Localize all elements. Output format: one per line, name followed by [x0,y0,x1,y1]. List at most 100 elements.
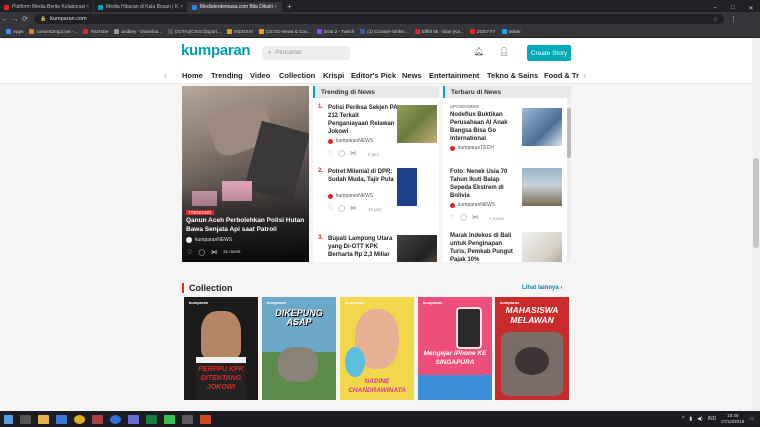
trending-item[interactable]: 3. Bupati Lampung Utara yang Di-OTT KPK … [313,235,439,262]
chevron-left-icon[interactable]: ‹ [164,70,167,80]
notifications-icon[interactable]: ▭ [749,416,754,422]
terbaru-item[interactable]: Marak Indekos di Bali untuk Penginapan T… [443,232,571,262]
collection-card-nadine[interactable]: kumparan NADINE CHANDRAWINATA [340,297,414,400]
new-tab-button[interactable]: + [287,2,292,12]
share-icon[interactable]: ⋈ [350,205,356,212]
reload-icon[interactable]: ⟳ [20,15,30,23]
bookmark-item[interactable]: INDOXXI [226,29,253,34]
comment-icon[interactable]: ◯ [460,214,467,221]
bookmark-item[interactable]: Dota 2 - Twitch [316,29,354,34]
item-thumbnail[interactable] [522,232,562,262]
bookmark-star-icon[interactable]: ☆ [713,16,718,23]
chrome-icon[interactable] [73,414,85,424]
item-thumbnail[interactable] [397,168,437,206]
category-collection[interactable]: Collection [279,71,315,80]
bookmark-item[interactable]: ZOEYYY [469,29,496,34]
collection-card-asap[interactable]: kumparan DIKEPUNG ASAP [262,297,336,400]
search-input[interactable]: ⌕ Pencarian [262,46,350,60]
terbaru-item[interactable]: Foto: Nenek Usia 70 Tahun Ikuti Balap Se… [443,168,571,226]
line-icon[interactable] [163,414,175,424]
taskbar-app-icon[interactable] [181,414,193,424]
terbaru-item[interactable]: SPONSORED Nodeflux Buktikan Perusahaan A… [443,104,571,159]
browser-menu-icon[interactable]: ⋮ [730,15,737,23]
page-scrollbar[interactable] [752,38,760,411]
hero-article[interactable]: TRENDING Qanun Aceh Perbolehkan Polisi H… [182,86,309,262]
bookmark-item[interactable]: Apps [6,29,23,34]
hero-source[interactable]: kumparanNEWS [186,237,232,243]
browser-tab-1[interactable]: Platform Media Berita Kolaborasi × [0,2,94,12]
bookmark-item[interactable]: Eiffel 65 - Blue (Ka... [414,29,464,34]
category-food-travel[interactable]: Food & Tr [544,71,579,80]
item-thumbnail[interactable] [397,235,437,262]
bookmark-item[interactable]: CS:GO News & Cov... [258,29,311,34]
item-title[interactable]: Marak Indekos di Bali untuk Penginapan T… [450,232,518,262]
clock[interactable]: 15:48 27/10/2019 [721,413,744,425]
windows-start-icon[interactable] [3,414,13,424]
hero-title[interactable]: Qanun Aceh Perbolehkan Polisi Hutan Bawa… [186,216,306,234]
bookmark-item[interactable]: andkey - Downloa... [114,29,162,34]
powerpoint-icon[interactable] [199,414,211,424]
share-icon[interactable]: ⋈ [350,150,356,157]
browser-tab-3[interactable]: Mediaterdemasa.com Bila Dikaiti × [188,2,282,12]
panel-scrollbar[interactable] [567,98,571,262]
minimize-icon[interactable]: – [706,5,724,12]
maximize-icon[interactable]: □ [724,5,742,12]
item-source[interactable]: kumparanNEWS [450,202,495,208]
edge-icon[interactable] [109,414,121,424]
taskbar-app-icon[interactable] [55,414,67,424]
item-source[interactable]: kumparanTECH [450,145,494,151]
category-home[interactable]: Home [182,71,203,80]
like-icon[interactable]: ♡ [187,249,192,256]
item-thumbnail[interactable] [397,105,437,143]
close-window-icon[interactable]: ✕ [742,5,760,12]
comment-icon[interactable]: ◯ [338,150,345,157]
file-explorer-icon[interactable] [37,414,49,424]
item-title[interactable]: Nodeflux Buktikan Perusahaan AI Anak Ban… [450,111,518,143]
forward-icon[interactable]: → [10,16,20,23]
item-title[interactable]: Polisi Periksa Sekjen PA 212 Terkait Pen… [328,104,398,136]
item-title[interactable]: Foto: Nenek Usia 70 Tahun Ikuti Balap Se… [450,168,518,200]
like-icon[interactable]: ♡ [328,205,333,212]
item-source[interactable]: kumparanNEWS [328,193,373,199]
item-thumbnail[interactable] [522,168,562,206]
comment-icon[interactable]: ◯ [338,205,345,212]
see-more-link[interactable]: Lihat lainnya › [522,285,562,291]
bookmark-item[interactable]: convert2mp3.net -... [29,29,77,34]
share-icon[interactable]: ⋈ [472,214,478,221]
category-editors-pick[interactable]: Editor's Pick [351,71,396,80]
close-icon[interactable]: × [274,4,277,10]
like-icon[interactable]: ♡ [450,214,455,221]
bookmark-item[interactable]: (1) Counter-Strike:... [360,29,409,34]
language-indicator[interactable]: IND [708,416,717,422]
comment-icon[interactable]: ◯ [198,249,205,256]
collection-card-mahasiswa[interactable]: kumparan MAHASISWA MELAWAN [495,297,569,400]
close-icon[interactable]: × [86,4,89,10]
close-icon[interactable]: × [180,4,183,10]
collection-card-perppu[interactable]: kumparan PERPPU KPK DITENTANG JOKOWI [184,297,258,400]
bookmark-item[interactable]: YouTube [83,29,108,34]
browser-tab-2[interactable]: Media Hiburan di Kala Bosan | K × [94,2,188,12]
taskbar-app-icon[interactable] [127,414,139,424]
item-title[interactable]: Potret Milenial di DPR: Sudah Muda, Taji… [328,168,398,184]
notification-bell-icon[interactable]: 🔔︎ [474,47,484,56]
volume-icon[interactable]: ◀) [697,416,703,422]
like-icon[interactable]: ♡ [328,150,333,157]
back-icon[interactable]: ← [0,16,10,23]
user-icon[interactable]: 👤︎ [499,47,509,56]
category-video[interactable]: Video [250,71,270,80]
network-icon[interactable]: ▮ [689,416,692,422]
bookmark-item[interactable]: twitter [501,29,521,34]
trending-item[interactable]: 1. Polisi Periksa Sekjen PA 212 Terkait … [313,104,439,164]
category-krispi[interactable]: Krispi [323,71,344,80]
share-icon[interactable]: ⋈ [211,249,217,256]
category-news[interactable]: News [402,71,422,80]
category-entertainment[interactable]: Entertainment [429,71,479,80]
category-tekno-sains[interactable]: Tekno & Sains [487,71,538,80]
excel-icon[interactable] [145,414,157,424]
url-input[interactable]: 🔒 kumparan.com ☆ [34,14,724,24]
trending-item[interactable]: 2. Potret Milenial di DPR: Sudah Muda, T… [313,168,439,226]
bookmark-item[interactable]: DOTA2[CSGO]Sport... [168,29,221,34]
chevron-right-icon[interactable]: › [583,70,586,80]
item-title[interactable]: Bupati Lampung Utara yang Di-OTT KPK Ber… [328,235,398,259]
taskbar-app-icon[interactable] [91,414,103,424]
